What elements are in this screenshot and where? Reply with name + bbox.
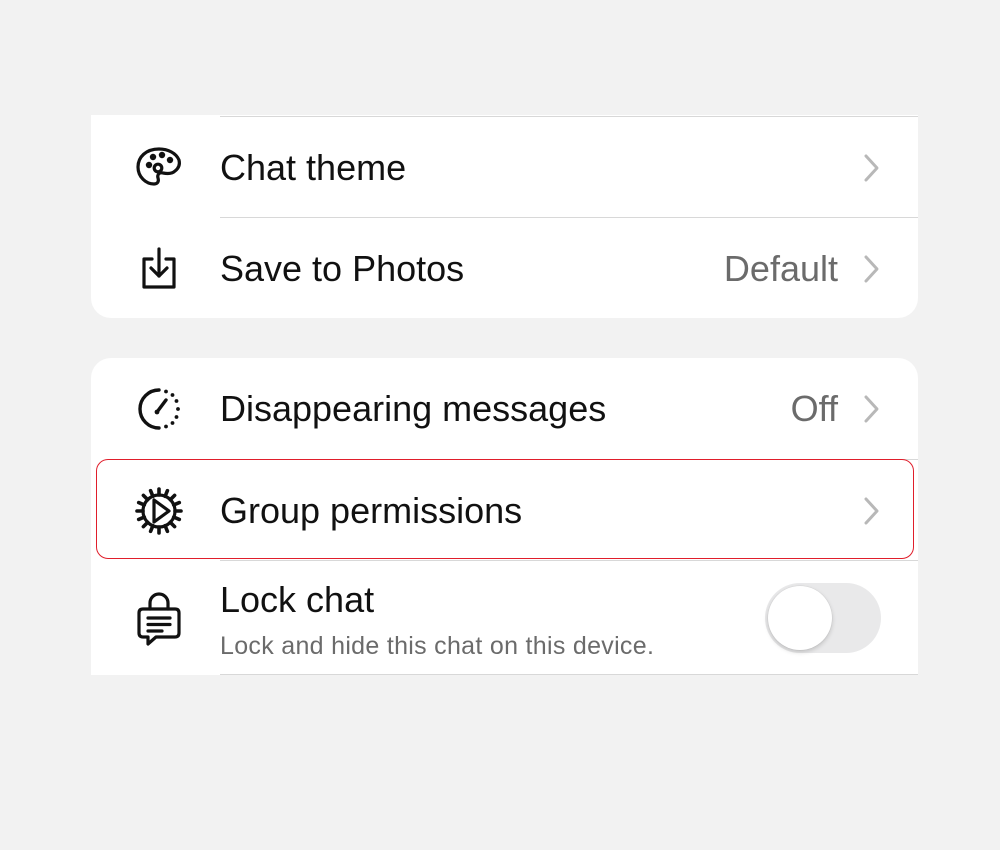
save-to-photos-value: Default: [723, 247, 838, 289]
lock-chat-toggle[interactable]: [765, 583, 881, 653]
lock-chat-description: Lock and hide this chat on this device.: [220, 632, 655, 660]
row-divider: [220, 560, 918, 561]
save-to-photos-row[interactable]: Save to Photos Default: [91, 218, 918, 319]
group-permissions-row[interactable]: Group permissions: [91, 460, 918, 561]
chevron-right-icon: [860, 152, 884, 184]
chat-theme-label: Chat theme: [220, 146, 407, 188]
toggle-knob: [768, 586, 832, 650]
media-settings-card: Chat theme Save to Photos Default: [91, 115, 918, 318]
privacy-settings-card: Disappearing messages Off Group permissi…: [91, 358, 918, 675]
disappearing-messages-value: Off: [790, 387, 838, 429]
timer-icon: [133, 383, 185, 435]
chevron-right-icon: [860, 253, 884, 285]
bottom-divider: [220, 674, 918, 675]
gear-icon: [133, 485, 185, 537]
chevron-right-icon: [860, 393, 884, 425]
chevron-right-icon: [860, 495, 884, 527]
disappearing-messages-label: Disappearing messages: [220, 387, 607, 429]
save-download-icon: [133, 243, 185, 295]
disappearing-messages-row[interactable]: Disappearing messages Off: [91, 358, 918, 459]
save-to-photos-label: Save to Photos: [220, 247, 465, 289]
chat-theme-row[interactable]: Chat theme: [91, 117, 918, 218]
lock-chat-label: Lock chat: [220, 579, 375, 620]
palette-icon: [133, 142, 185, 194]
group-permissions-label: Group permissions: [220, 489, 523, 531]
lock-chat-icon: [133, 590, 185, 650]
